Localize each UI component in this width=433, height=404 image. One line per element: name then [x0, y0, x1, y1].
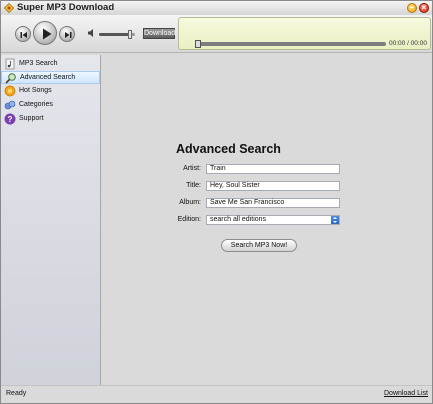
- artist-field[interactable]: Train: [206, 164, 340, 174]
- advanced-search-panel: Advanced Search Artist: Train Title: Hey…: [102, 55, 432, 385]
- minimize-icon: –: [409, 3, 415, 12]
- seek-bar[interactable]: [195, 40, 386, 48]
- hot-songs-icon: [4, 85, 16, 97]
- magnifier-icon: [5, 73, 16, 84]
- sidebar-item-hot-songs[interactable]: Hot Songs: [1, 85, 100, 98]
- edition-select[interactable]: search all editions: [206, 215, 340, 225]
- sidebar-item-label: Hot Songs: [19, 87, 52, 94]
- sidebar-item-label: Support: [19, 115, 44, 122]
- status-bar: Ready Download List: [1, 385, 432, 403]
- sidebar-item-label: MP3 Search: [19, 60, 58, 67]
- svg-text:?: ?: [8, 115, 13, 124]
- sidebar-item-mp3-search[interactable]: MP3 Search: [1, 58, 100, 71]
- window-title: Super MP3 Download: [17, 2, 115, 13]
- mp3-file-icon: [5, 58, 15, 70]
- play-button[interactable]: [33, 21, 57, 45]
- album-label: Album:: [179, 199, 201, 206]
- lcd-display: 00:00 / 00:00: [178, 17, 431, 50]
- album-field[interactable]: Save Me San Francisco: [206, 198, 340, 208]
- download-list-link[interactable]: Download List: [384, 390, 428, 397]
- app-window: Super MP3 Download – × Download 00:00 / …: [0, 0, 433, 404]
- edition-select-value: search all editions: [210, 216, 267, 223]
- volume-handle[interactable]: [127, 30, 132, 39]
- volume-slider[interactable]: [99, 30, 135, 39]
- previous-button[interactable]: [15, 26, 31, 42]
- title-label: Title:: [186, 182, 201, 189]
- sidebar-item-support[interactable]: ? Support: [1, 113, 100, 126]
- question-icon: ?: [4, 113, 16, 125]
- title-field[interactable]: Hey, Soul Sister: [206, 181, 340, 191]
- next-button[interactable]: [59, 26, 75, 42]
- play-icon: [43, 28, 52, 40]
- search-mp3-button[interactable]: Search MP3 Now!: [221, 239, 297, 252]
- sidebar-item-categories[interactable]: Categories: [1, 99, 100, 112]
- dropdown-arrow-icon[interactable]: [331, 216, 339, 224]
- artist-label: Artist:: [183, 165, 201, 172]
- sidebar-item-label: Categories: [19, 101, 53, 108]
- status-text: Ready: [6, 390, 27, 397]
- page-title: Advanced Search: [176, 142, 281, 156]
- download-button[interactable]: Download: [143, 28, 175, 39]
- title-bar[interactable]: Super MP3 Download – ×: [1, 1, 432, 15]
- categories-icon: [4, 100, 16, 110]
- sidebar: MP3 Search Advanced Search Hot Songs Cat…: [1, 55, 101, 385]
- minimize-button[interactable]: –: [407, 3, 417, 13]
- close-button[interactable]: ×: [419, 3, 429, 13]
- time-readout: 00:00 / 00:00: [389, 40, 427, 47]
- player-bar: Download 00:00 / 00:00: [1, 15, 432, 53]
- speaker-icon: [88, 29, 93, 37]
- app-logo-icon: [4, 3, 14, 13]
- previous-icon: [20, 32, 27, 38]
- volume-fill: [99, 33, 130, 36]
- seek-handle[interactable]: [195, 40, 201, 48]
- next-icon: [65, 32, 72, 38]
- sidebar-item-advanced-search[interactable]: Advanced Search: [1, 71, 100, 84]
- edition-label: Edition:: [177, 216, 201, 223]
- close-icon: ×: [421, 3, 427, 12]
- sidebar-item-label: Advanced Search: [20, 74, 76, 81]
